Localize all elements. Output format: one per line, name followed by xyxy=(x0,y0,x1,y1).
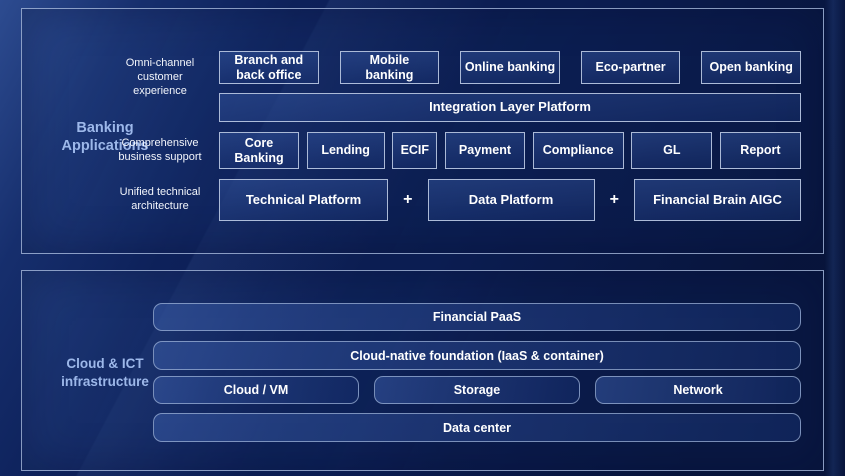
box-lending: Lending xyxy=(307,132,385,169)
box-branch-and-back-office: Branch and back office xyxy=(219,51,319,84)
paas-row: Financial PaaS xyxy=(153,303,801,331)
box-payment: Payment xyxy=(445,132,525,169)
box-data-platform: Data Platform xyxy=(428,179,595,221)
box-compliance: Compliance xyxy=(533,132,624,169)
box-eco-partner: Eco-partner xyxy=(581,51,681,84)
business-row: Core Banking Lending ECIF Payment Compli… xyxy=(219,132,801,169)
box-integration-layer-platform: Integration Layer Platform xyxy=(219,93,801,122)
channel-row: Branch and back office Mobile banking On… xyxy=(219,51,801,84)
label-comprehensive-business-support: Comprehensive business support xyxy=(106,137,214,165)
box-cloud-vm: Cloud / VM xyxy=(153,376,359,404)
label-unified-technical-architecture: Unified technical architecture xyxy=(106,186,214,214)
plus-sign: + xyxy=(595,179,635,221)
resources-row: Cloud / VM Storage Network xyxy=(153,376,801,404)
box-open-banking: Open banking xyxy=(701,51,801,84)
box-financial-brain-aigc: Financial Brain AIGC xyxy=(634,179,801,221)
cloud-ict-infrastructure-panel: Cloud & ICT infrastructure Financial Paa… xyxy=(21,270,824,471)
banking-applications-panel: Banking Applications Omni-channel custom… xyxy=(21,8,824,254)
integration-row: Integration Layer Platform xyxy=(219,93,801,122)
box-online-banking: Online banking xyxy=(460,51,560,84)
box-report: Report xyxy=(720,132,801,169)
plus-sign: + xyxy=(388,179,428,221)
box-network: Network xyxy=(595,376,801,404)
box-ecif: ECIF xyxy=(392,132,437,169)
architecture-row: Technical Platform + Data Platform + Fin… xyxy=(219,179,801,221)
box-storage: Storage xyxy=(374,376,580,404)
box-core-banking: Core Banking xyxy=(219,132,299,169)
box-gl: GL xyxy=(631,132,712,169)
box-data-center: Data center xyxy=(153,413,801,442)
box-mobile-banking: Mobile banking xyxy=(340,51,440,84)
box-technical-platform: Technical Platform xyxy=(219,179,388,221)
foundation-row: Cloud-native foundation (IaaS & containe… xyxy=(153,341,801,370)
label-omni-channel-customer-experience: Omni-channel customer experience xyxy=(106,57,214,98)
datacenter-row: Data center xyxy=(153,413,801,442)
box-cloud-native-foundation: Cloud-native foundation (IaaS & containe… xyxy=(153,341,801,370)
box-financial-paas: Financial PaaS xyxy=(153,303,801,331)
banking-architecture-diagram: Banking Applications Omni-channel custom… xyxy=(0,0,845,476)
